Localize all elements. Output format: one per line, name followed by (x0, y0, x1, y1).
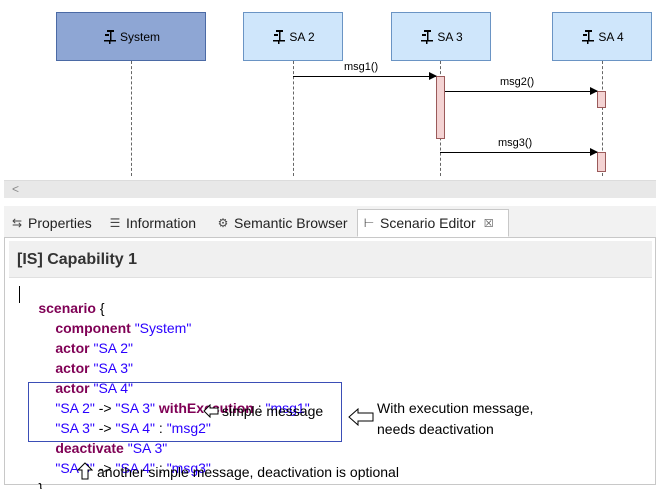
execution-bar-sa4-msg2[interactable] (597, 91, 606, 108)
actor-icon (582, 29, 595, 44)
tab-properties[interactable]: ⇆ Properties (6, 209, 96, 237)
tab-label: Semantic Browser (234, 215, 348, 231)
code-line-5: actor "SA 4" (55, 380, 133, 396)
horizontal-scrollbar[interactable]: < (4, 180, 656, 198)
code-line-4: actor "SA 3" (55, 360, 133, 376)
tab-information[interactable]: ☰ Information (104, 209, 200, 237)
lifeline-sa3[interactable]: SA 3 (391, 12, 491, 61)
scroll-left-icon[interactable]: < (12, 182, 19, 196)
lifeline-sa2[interactable]: SA 2 (243, 12, 343, 61)
tab-semantic-browser[interactable]: ⚙ Semantic Browser (212, 209, 352, 237)
lifeline-label: SA 4 (598, 29, 624, 44)
annotation-another-simple-message: another simple message, deactivation is … (97, 464, 399, 480)
properties-icon: ⇆ (11, 216, 23, 230)
lifeline-label: SA 3 (437, 29, 463, 44)
tab-scenario-editor[interactable]: ⊢ Scenario Editor ☒ (357, 209, 509, 237)
editor-header: [IS] Capability 1 (9, 241, 652, 278)
code-line-1: scenario { (38, 300, 105, 316)
annotation-with-execution-line1: With execution message, (377, 400, 534, 416)
message-arrow-msg1[interactable] (293, 72, 437, 80)
lifeline-system[interactable]: System (56, 12, 206, 61)
annotation-with-execution-line2: needs deactivation (377, 421, 494, 437)
actor-icon (421, 29, 434, 44)
tab-label: Scenario Editor (380, 215, 476, 231)
sequence-diagram[interactable]: System SA 2 SA 3 SA 4 msg1() msg2() msg3… (0, 0, 660, 180)
actor-icon (273, 29, 286, 44)
lifeline-label: System (119, 29, 160, 44)
component-icon (103, 29, 116, 44)
lifeline-dashed-sa2 (293, 61, 294, 176)
code-line-9: "SA 3" -> "SA 4" : "msg3" (55, 460, 211, 476)
lifeline-label: SA 2 (289, 29, 315, 44)
information-icon: ☰ (109, 216, 121, 230)
tab-label: Properties (28, 215, 92, 231)
code-line-3: actor "SA 2" (55, 340, 133, 356)
message-label-msg3: msg3() (498, 137, 533, 149)
up-arrow-icon (77, 462, 93, 480)
close-icon[interactable]: ☒ (484, 217, 494, 230)
execution-bar-sa4-msg3[interactable] (597, 152, 606, 172)
tab-label: Information (126, 215, 197, 231)
message-label-msg2: msg2() (500, 76, 535, 88)
code-line-2: component "System" (55, 320, 192, 336)
scenario-editor[interactable]: [IS] Capability 1 scenario { component "… (4, 238, 656, 489)
scenario-editor-icon: ⊢ (363, 216, 375, 230)
semantic-browser-icon: ⚙ (217, 216, 229, 230)
message-arrow-msg3[interactable] (440, 148, 598, 156)
lifeline-dashed-system (131, 61, 132, 176)
lifeline-sa4[interactable]: SA 4 (552, 12, 652, 61)
annotation-simple-message: simple message (222, 403, 324, 419)
message-label-msg1: msg1() (344, 61, 379, 73)
left-arrow-icon (348, 408, 374, 426)
execution-bar-sa3[interactable] (436, 76, 445, 139)
editor-title: [IS] Capability 1 (17, 251, 138, 268)
message-arrow-msg2[interactable] (445, 87, 598, 95)
left-arrow-icon (203, 404, 219, 418)
code-line-10: } (38, 480, 44, 489)
view-tab-bar: ⇆ Properties ☰ Information ⚙ Semantic Br… (4, 206, 656, 238)
